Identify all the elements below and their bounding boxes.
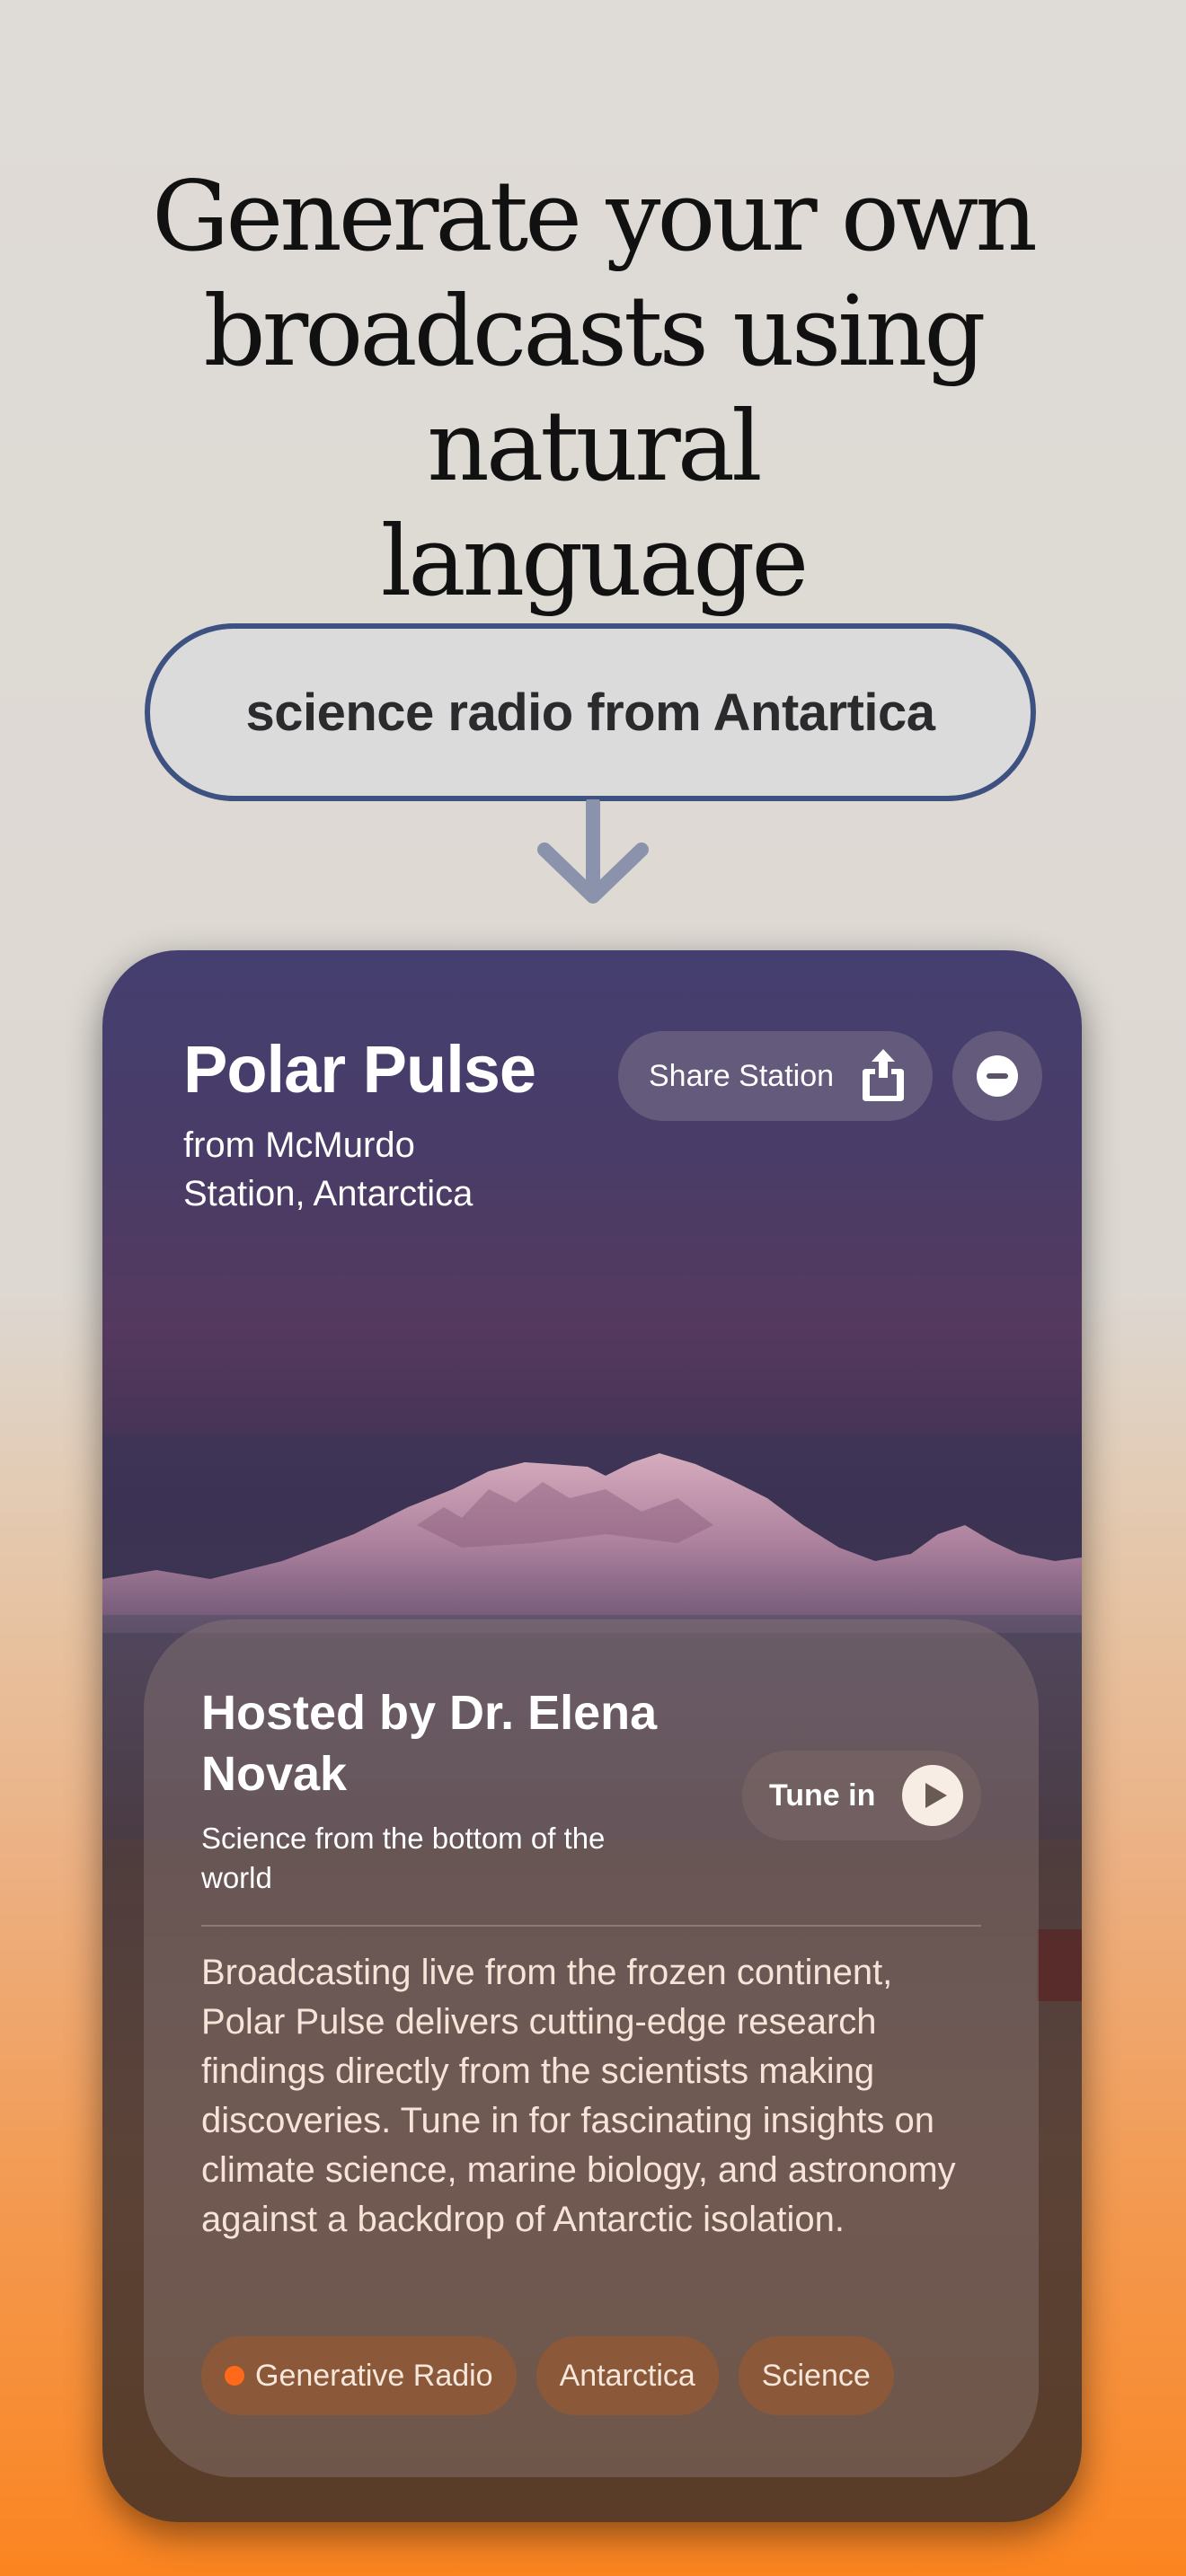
headline-line: broadcasts using natural — [203, 276, 987, 503]
remove-station-button[interactable] — [952, 1031, 1042, 1121]
prompt-text: science radio from Antartica — [245, 683, 935, 742]
tag-label: Generative Radio — [255, 2358, 493, 2393]
host-name: Hosted by Dr. Elena Novak — [201, 1686, 658, 1801]
tag-generative-radio[interactable]: Generative Radio — [201, 2336, 517, 2415]
minus-circle-icon — [977, 1055, 1018, 1097]
share-station-button[interactable]: Share Station — [618, 1031, 933, 1121]
tune-in-button[interactable]: Tune in — [742, 1751, 981, 1840]
divider — [201, 1925, 981, 1927]
headline-line: Generate your own — [152, 161, 1038, 273]
station-card[interactable]: Polar Pulse from McMurdo Station, Antarc… — [102, 950, 1082, 2522]
headline-line: language — [380, 506, 810, 618]
station-description: Broadcasting live from the frozen contin… — [201, 1953, 956, 2239]
prompt-input[interactable]: science radio from Antartica — [145, 623, 1036, 801]
station-location: from McMurdo Station, Antarctica — [183, 1125, 474, 1213]
share-icon — [863, 1049, 904, 1101]
headline: Generate your own broadcasts using natur… — [54, 160, 1132, 620]
tag-antarctica[interactable]: Antarctica — [535, 2336, 719, 2415]
tag-list: Generative Radio Antarctica Science — [201, 2336, 894, 2415]
station-title: Polar Pulse — [183, 1032, 536, 1107]
live-dot-icon — [225, 2366, 244, 2386]
tag-label: Antarctica — [559, 2358, 695, 2393]
tune-in-label: Tune in — [769, 1778, 876, 1813]
play-icon — [902, 1765, 963, 1826]
share-station-label: Share Station — [649, 1058, 835, 1093]
arrow-down-icon — [537, 799, 649, 904]
tag-science[interactable]: Science — [738, 2336, 894, 2415]
tag-label: Science — [761, 2358, 871, 2393]
host-info-panel: Hosted by Dr. Elena Novak Science from t… — [144, 1619, 1039, 2477]
host-tagline: Science from the bottom of the world — [201, 1822, 606, 1894]
